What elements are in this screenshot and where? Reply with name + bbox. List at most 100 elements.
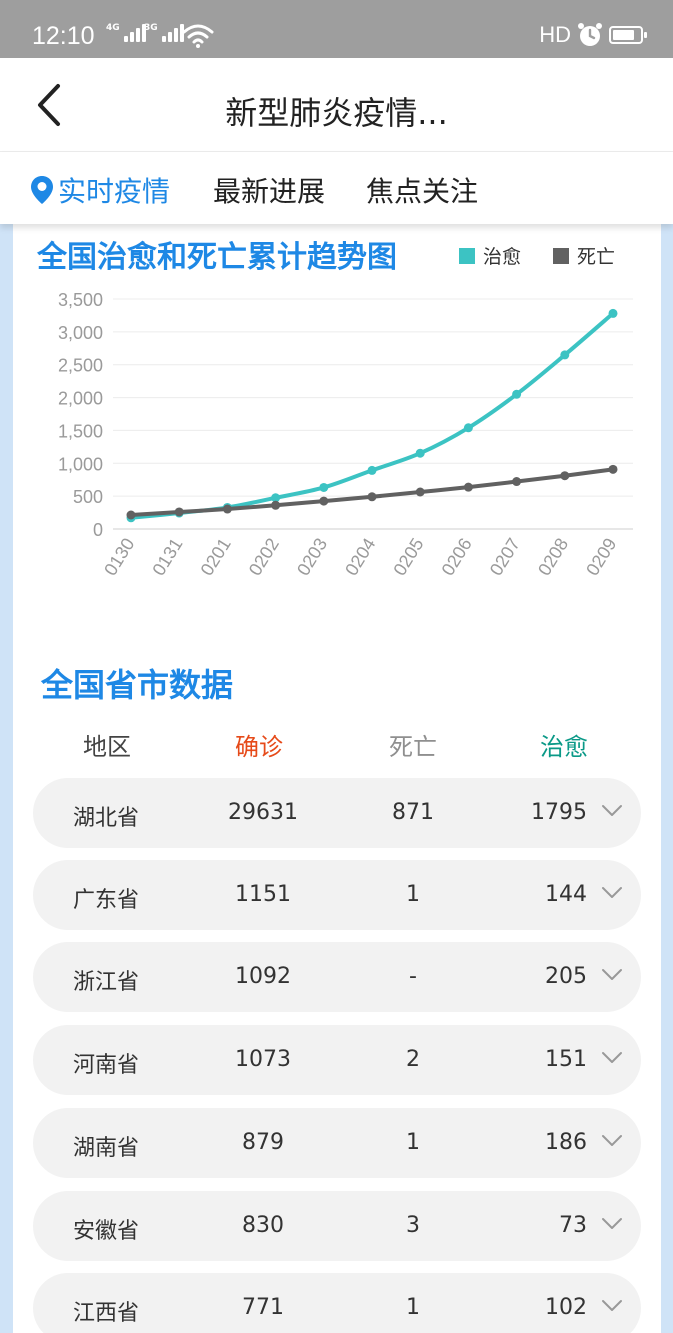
data-point <box>608 464 618 474</box>
chevron-down-icon[interactable] <box>601 1051 623 1065</box>
status-right: HD <box>539 22 647 48</box>
y-tick-label: 2,500 <box>58 356 103 376</box>
chevron-down-icon[interactable] <box>601 1299 623 1313</box>
cell-confirmed: 830 <box>242 1213 284 1238</box>
status-time: 12:10 <box>32 22 95 50</box>
data-point <box>126 510 136 520</box>
cell-cured: 186 <box>545 1130 587 1155</box>
table-row[interactable]: 江西省 771 1 102 <box>33 1273 641 1333</box>
data-point <box>367 465 377 475</box>
tab-realtime[interactable]: 实时疫情 <box>30 170 170 210</box>
chevron-down-icon[interactable] <box>601 804 623 818</box>
cell-cured: 205 <box>545 964 587 989</box>
trend-chart: 0 500 1,000 1,500 2,000 2,500 3,000 3,500 0130 01… <box>58 290 633 580</box>
data-point <box>560 471 570 481</box>
x-tick-label: 0206 <box>438 535 476 580</box>
network-type-label: 4G <box>106 23 120 33</box>
x-tick-label: 0205 <box>389 535 427 580</box>
battery-icon <box>609 26 647 44</box>
data-point <box>271 500 281 510</box>
x-tick-label: 0202 <box>245 535 283 580</box>
header-region: 地区 <box>83 733 131 761</box>
data-point <box>512 389 522 399</box>
legend-item-death: 死亡 <box>553 242 615 269</box>
table-row[interactable]: 安徽省 830 3 73 <box>33 1191 641 1261</box>
x-tick-label: 0209 <box>582 535 620 580</box>
chevron-down-icon[interactable] <box>601 886 623 900</box>
cell-cured: 73 <box>559 1213 587 1238</box>
header-deaths: 死亡 <box>389 733 437 761</box>
alarm-icon <box>578 23 602 46</box>
cell-cured: 102 <box>545 1295 587 1320</box>
legend-swatch <box>553 247 569 264</box>
table-row[interactable]: 浙江省 1092 - 205 <box>33 942 641 1012</box>
y-tick-label: 1,000 <box>58 454 103 474</box>
hd-label: HD <box>539 22 571 47</box>
cell-cured: 144 <box>545 882 587 907</box>
location-pin-icon <box>31 176 53 204</box>
data-point <box>174 507 184 517</box>
data-point <box>319 496 329 506</box>
cell-deaths: - <box>409 964 417 989</box>
legend-label: 死亡 <box>577 246 616 268</box>
cell-region: 湖南省 <box>73 1136 140 1161</box>
chevron-down-icon[interactable] <box>601 1217 623 1231</box>
table-row[interactable]: 河南省 1073 2 151 <box>33 1025 641 1095</box>
data-point <box>415 448 425 458</box>
tab-label: 焦点关注 <box>366 175 479 208</box>
y-tick-label: 0 <box>93 520 103 540</box>
legend-item-cured: 治愈 <box>459 242 521 269</box>
table-row[interactable]: 湖北省 29631 871 1795 <box>33 778 641 848</box>
data-point <box>367 492 377 502</box>
cell-confirmed: 879 <box>242 1130 284 1155</box>
cell-region: 河南省 <box>73 1053 140 1078</box>
x-tick-label: 0208 <box>534 535 572 580</box>
cell-cured: 151 <box>545 1047 587 1072</box>
signal-icon: 4G <box>106 24 146 42</box>
cell-confirmed: 1151 <box>235 882 291 907</box>
cell-deaths: 1 <box>406 1130 420 1155</box>
header-confirmed: 确诊 <box>235 733 283 761</box>
y-tick-label: 3,000 <box>58 323 103 343</box>
cell-deaths: 1 <box>406 1295 420 1320</box>
cell-deaths: 1 <box>406 882 420 907</box>
header-cured: 治愈 <box>540 733 588 761</box>
tab-focus[interactable]: 焦点关注 <box>366 170 478 210</box>
cell-confirmed: 1092 <box>235 964 291 989</box>
y-tick-label: 2,000 <box>58 389 103 409</box>
page-title: 新型肺炎疫情... <box>225 94 448 132</box>
network-type-label: 3G <box>144 23 158 33</box>
chevron-down-icon[interactable] <box>601 968 623 982</box>
cell-region: 江西省 <box>73 1301 140 1326</box>
legend-swatch <box>459 247 475 264</box>
cell-deaths: 871 <box>392 800 434 825</box>
cell-region: 浙江省 <box>73 970 140 995</box>
chevron-down-icon[interactable] <box>601 1134 623 1148</box>
tab-label: 最新进展 <box>213 175 326 208</box>
cell-confirmed: 29631 <box>228 800 298 825</box>
cell-cured: 1795 <box>531 800 587 825</box>
data-point <box>560 350 570 360</box>
data-point <box>463 423 473 433</box>
status-bar: 12:10 4G 3G HD <box>0 0 673 58</box>
x-tick-label: 0201 <box>197 535 235 580</box>
x-tick-label: 0204 <box>341 535 379 580</box>
data-point <box>512 477 522 487</box>
signal-icon: 3G <box>144 24 184 42</box>
chart-title: 全国治愈和死亡累计趋势图 <box>37 240 397 275</box>
cell-region: 安徽省 <box>73 1219 140 1244</box>
tab-label: 实时疫情 <box>58 175 171 208</box>
cell-region: 广东省 <box>73 888 140 913</box>
cell-confirmed: 771 <box>242 1295 284 1320</box>
cell-deaths: 3 <box>406 1213 420 1238</box>
y-tick-label: 1,500 <box>58 421 103 441</box>
tab-latest[interactable]: 最新进展 <box>213 170 325 210</box>
table-title: 全国省市数据 <box>41 666 234 704</box>
table-header: 地区 确诊 死亡 治愈 <box>33 727 641 767</box>
data-point <box>608 308 618 318</box>
table-row[interactable]: 湖南省 879 1 186 <box>33 1108 641 1178</box>
table-row[interactable]: 广东省 1151 1 144 <box>33 860 641 930</box>
cell-region: 湖北省 <box>73 806 140 831</box>
x-tick-label: 0203 <box>293 535 331 580</box>
wifi-icon <box>182 24 214 48</box>
